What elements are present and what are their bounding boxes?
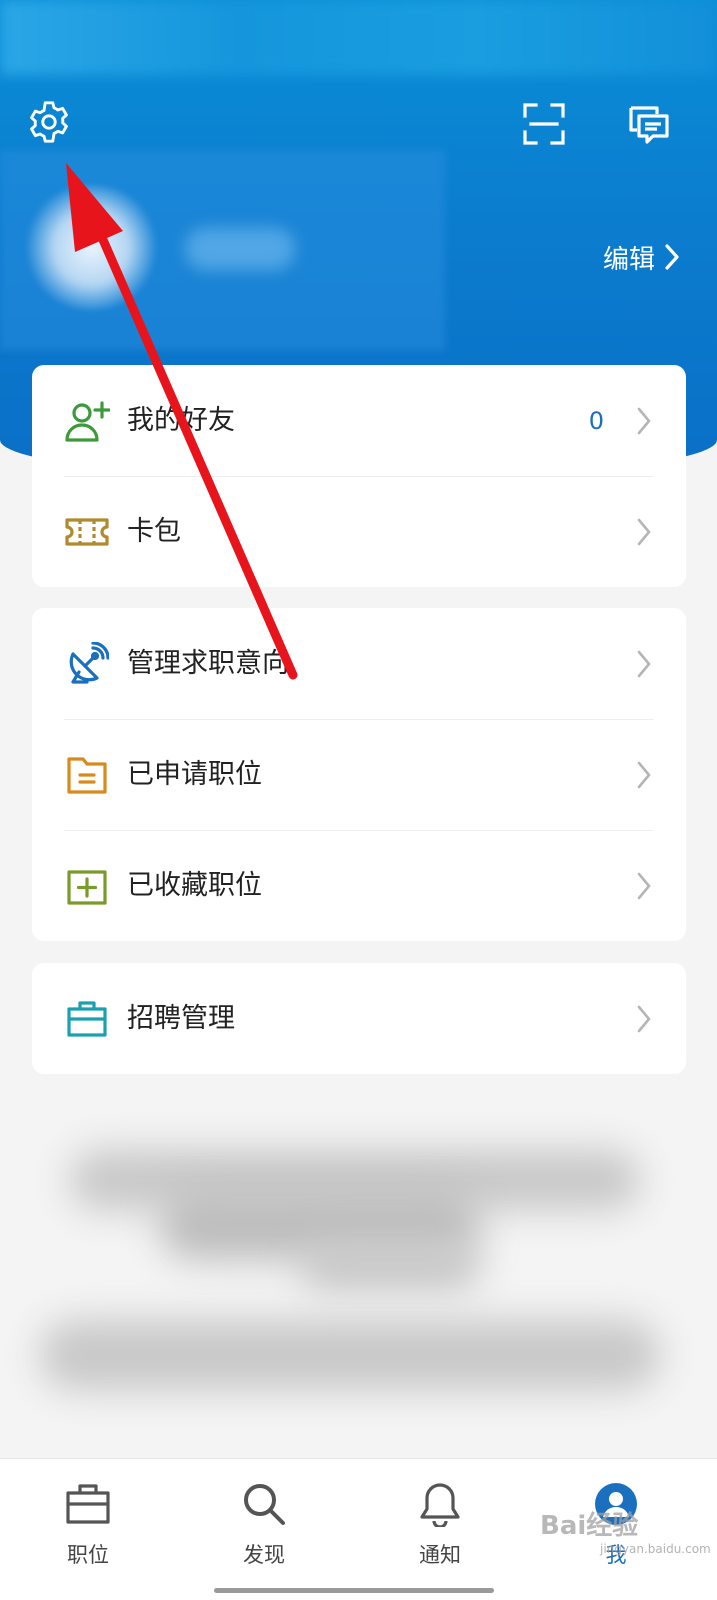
search-icon: [239, 1479, 289, 1529]
list-item-label: 招聘管理: [127, 1003, 235, 1034]
briefcase-icon: [64, 996, 110, 1042]
recruit-card: 招聘管理: [32, 963, 686, 1074]
nav-item-jobs[interactable]: 职位: [28, 1479, 148, 1589]
avatar[interactable]: [24, 185, 159, 310]
blurred-content-area: [40, 1130, 680, 1420]
chevron-right-icon: [665, 244, 679, 270]
list-item-label: 管理求职意向: [127, 648, 289, 679]
user-name-blurred: [185, 228, 295, 270]
watermark: Bai经验: [540, 1511, 639, 1541]
list-item-applied-jobs[interactable]: 已申请职位: [32, 719, 686, 830]
add-friend-icon: [64, 398, 110, 444]
nav-item-discover[interactable]: 发现: [204, 1479, 324, 1589]
chevron-right-icon: [637, 518, 651, 546]
plus-box-icon: [64, 863, 110, 909]
list-item-label: 已收藏职位: [127, 870, 262, 901]
social-card: 我的好友 0 卡包: [32, 365, 686, 587]
watermark-url: jingyan.baidu.com: [600, 1542, 711, 1556]
chevron-right-icon: [637, 650, 651, 678]
briefcase-icon: [63, 1479, 113, 1529]
nav-label: 发现: [243, 1543, 285, 1567]
list-item-job-intention[interactable]: 管理求职意向: [32, 608, 686, 719]
jobs-card: 管理求职意向 已申请职位 已收藏职位: [32, 608, 686, 941]
list-item-label: 已申请职位: [127, 759, 262, 790]
chevron-right-icon: [637, 872, 651, 900]
list-item-friends[interactable]: 我的好友 0: [32, 365, 686, 476]
scan-icon: [523, 103, 565, 145]
nav-label: 通知: [419, 1543, 461, 1567]
nav-item-notifications[interactable]: 通知: [380, 1479, 500, 1589]
scan-button[interactable]: [520, 100, 568, 148]
bell-icon: [415, 1479, 465, 1529]
edit-label: 编辑: [602, 244, 655, 275]
chevron-right-icon: [637, 1005, 651, 1033]
list-item-label: 我的好友: [127, 405, 235, 436]
list-item-recruit-management[interactable]: 招聘管理: [32, 963, 686, 1074]
ticket-icon: [64, 509, 110, 555]
satellite-dish-icon: [64, 641, 110, 687]
gear-icon: [30, 101, 68, 143]
friend-count: 0: [588, 407, 604, 435]
list-item-saved-jobs[interactable]: 已收藏职位: [32, 830, 686, 941]
edit-profile-link[interactable]: 编辑: [603, 237, 679, 277]
messages-button[interactable]: [625, 100, 673, 148]
folder-icon: [64, 752, 110, 798]
home-indicator: [214, 1588, 494, 1593]
chevron-right-icon: [637, 407, 651, 435]
list-item-label: 卡包: [127, 516, 181, 547]
chevron-right-icon: [637, 761, 651, 789]
nav-label: 职位: [67, 1543, 109, 1567]
settings-button[interactable]: [25, 98, 73, 146]
list-item-card-wallet[interactable]: 卡包: [32, 476, 686, 587]
chat-bubbles-icon: [629, 106, 669, 144]
header-blurred-band: [0, 0, 717, 75]
